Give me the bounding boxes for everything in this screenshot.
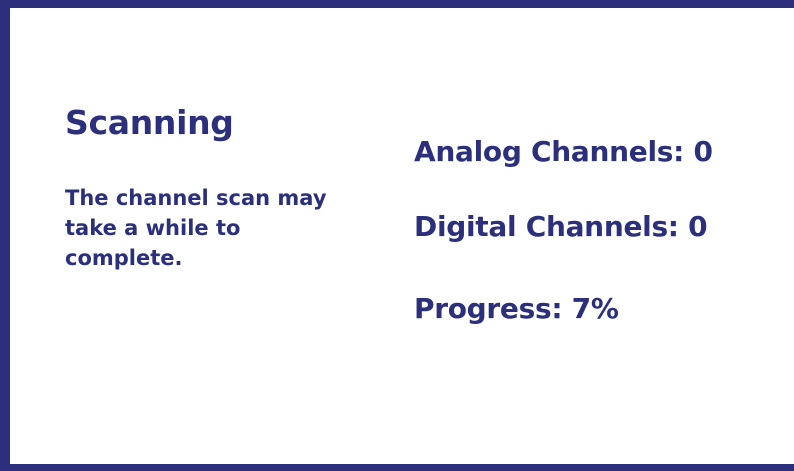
page-title: Scanning: [65, 103, 234, 142]
digital-channels-count: Digital Channels: 0: [414, 210, 708, 243]
scan-dialog: Scanning The channel scan may take a whi…: [0, 0, 794, 471]
analog-channels-count: Analog Channels: 0: [414, 135, 713, 168]
scan-progress: Progress: 7%: [414, 292, 619, 325]
scan-description: The channel scan may take a while to com…: [65, 186, 327, 270]
